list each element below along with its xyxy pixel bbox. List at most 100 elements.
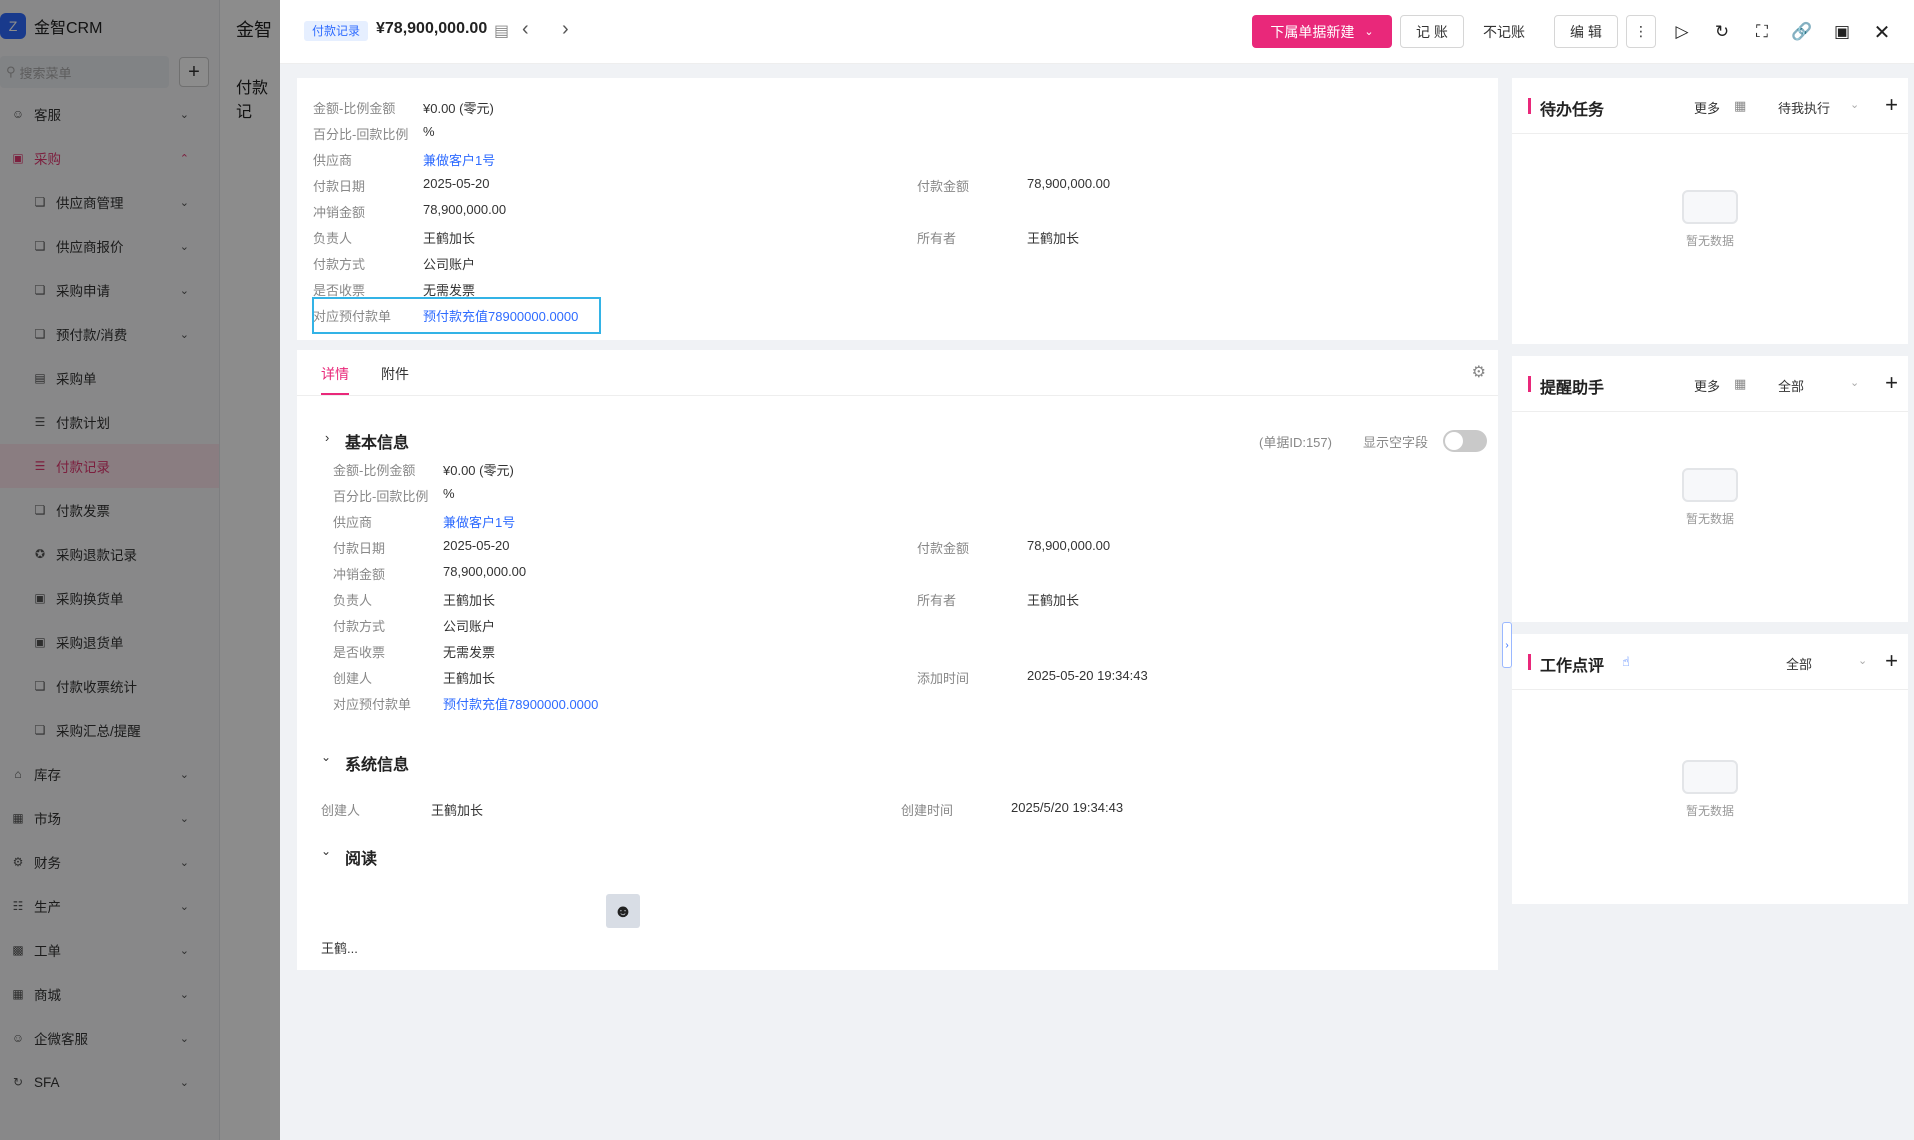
more-vertical-icon: ⋮ bbox=[1634, 23, 1648, 39]
detail-drawer: 付款记录 ¥78,900,000.00 ▤ ‹ › 下属单据新建 ⌄ 记 账 不… bbox=[280, 0, 1914, 1140]
read-title[interactable]: 阅读 bbox=[345, 845, 377, 869]
todo-task-title: 待办任务 bbox=[1540, 102, 1605, 119]
document-id: (单据ID:157) bbox=[1259, 435, 1332, 450]
field-label: 供应商 bbox=[313, 153, 353, 168]
field-value: 78,900,000.00 bbox=[1027, 176, 1111, 191]
field-value: 王鹤加长 bbox=[423, 231, 476, 246]
drawer-header: 付款记录 ¥78,900,000.00 ▤ ‹ › 下属单据新建 ⌄ 记 账 不… bbox=[280, 0, 1914, 64]
reader-name: 王鹤... bbox=[321, 941, 358, 956]
reminder-card: 提醒助手 更多 ▦ 全部 ⌄ + 暂无数据 bbox=[1512, 356, 1908, 622]
record-amount: ¥78,900,000.00 bbox=[376, 20, 488, 37]
reminder-header: 提醒助手 更多 ▦ 全部 ⌄ + bbox=[1512, 356, 1908, 412]
archive-icon[interactable]: ▤ bbox=[494, 21, 509, 41]
field-label: 付款方式 bbox=[313, 257, 366, 272]
thumbs-up-icon: ☝ bbox=[1622, 654, 1630, 669]
field-label: 付款方式 bbox=[333, 619, 386, 634]
collapse-side-panel-handle[interactable]: › bbox=[1502, 622, 1512, 668]
field-value: ¥0.00 (零元) bbox=[443, 463, 514, 478]
modal-overlay[interactable] bbox=[0, 0, 280, 1140]
todo-filter-select[interactable]: 待我执行 bbox=[1778, 98, 1830, 117]
tab-details[interactable]: 详情 bbox=[321, 364, 349, 384]
laptop-icon[interactable]: ▣ bbox=[1830, 20, 1854, 44]
reminder-more-link[interactable]: 更多 bbox=[1694, 376, 1720, 395]
refresh-icon[interactable]: ↻ bbox=[1710, 20, 1734, 44]
record-button[interactable]: 记 账 bbox=[1400, 15, 1464, 48]
field-value: 公司账户 bbox=[443, 619, 496, 634]
title-accent-bar bbox=[1528, 654, 1531, 670]
chevron-down-icon[interactable]: ⌄ bbox=[1858, 654, 1867, 667]
field-value: 王鹤加长 bbox=[1027, 231, 1080, 246]
next-record-icon[interactable]: › bbox=[562, 18, 569, 41]
field-label: 创建人 bbox=[321, 803, 361, 818]
chevron-down-icon[interactable]: ⌄ bbox=[1850, 98, 1859, 111]
empty-text: 暂无数据 bbox=[1685, 234, 1734, 248]
field-value: 王鹤加长 bbox=[443, 593, 496, 608]
calendar-icon[interactable]: ▦ bbox=[1734, 98, 1746, 114]
review-filter-select[interactable]: 全部 bbox=[1786, 654, 1812, 673]
app-root: Z 金智CRM ⚲ 搜索菜单 + ☺ 客服 ⌄ ▣ 采购 ⌃ ❏ 供应商管理 ⌄ ❏ 供应商报… bbox=[0, 0, 1914, 1140]
field-label: 冲销金额 bbox=[333, 567, 386, 582]
no-record-button[interactable]: 不记账 bbox=[1472, 15, 1536, 48]
field-label: 对应预付款单 bbox=[333, 697, 412, 712]
supplier-link[interactable]: 兼做客户1号 bbox=[423, 150, 495, 169]
reader-avatar[interactable]: ☻ bbox=[606, 894, 640, 928]
todo-task-card: 待办任务 更多 ▦ 待我执行 ⌄ + 暂无数据 bbox=[1512, 78, 1908, 344]
field-value: 无需发票 bbox=[443, 645, 496, 660]
chevron-down-icon[interactable]: ⌄ bbox=[1850, 376, 1859, 389]
link-icon[interactable]: 🔗 bbox=[1790, 20, 1814, 44]
field-label: 所有者 bbox=[917, 231, 957, 246]
chevron-down-icon[interactable]: ⌄ bbox=[321, 844, 331, 858]
create-sub-document-label: 下属单据新建 bbox=[1270, 23, 1355, 40]
field-value: 王鹤加长 bbox=[443, 671, 496, 686]
field-label: 百分比-回款比例 bbox=[313, 127, 409, 142]
chevron-down-icon: ⌄ bbox=[1364, 26, 1374, 38]
field-value: 78,900,000.00 bbox=[1027, 538, 1111, 553]
prepayment-link[interactable]: 预付款充值78900000.0000 bbox=[443, 694, 598, 713]
field-label: 添加时间 bbox=[917, 671, 970, 686]
empty-text: 暂无数据 bbox=[1685, 804, 1734, 818]
play-icon[interactable]: ▷ bbox=[1670, 20, 1694, 44]
add-reminder-icon[interactable]: + bbox=[1885, 370, 1898, 396]
work-review-card: 工作点评 ☝ 全部 ⌄ + 暂无数据 bbox=[1512, 634, 1908, 904]
basic-info-title[interactable]: 基本信息 bbox=[345, 429, 409, 453]
field-label: 供应商 bbox=[333, 515, 373, 530]
prev-record-icon[interactable]: ‹ bbox=[522, 18, 529, 41]
field-value: 2025-05-20 19:34:43 bbox=[1027, 668, 1148, 683]
field-label: 创建人 bbox=[333, 671, 373, 686]
work-review-title: 工作点评 bbox=[1540, 658, 1605, 675]
reminder-title: 提醒助手 bbox=[1540, 380, 1605, 397]
title-accent-bar bbox=[1528, 98, 1531, 114]
settings-gear-icon[interactable]: ⚙ bbox=[1472, 362, 1486, 382]
fullscreen-icon[interactable]: ⛶ bbox=[1750, 20, 1774, 44]
chevron-down-icon[interactable]: ⌄ bbox=[321, 750, 331, 764]
field-label: 金额-比例金额 bbox=[313, 101, 396, 116]
supplier-link[interactable]: 兼做客户1号 bbox=[443, 512, 515, 531]
calendar-icon[interactable]: ▦ bbox=[1734, 376, 1746, 392]
add-task-icon[interactable]: + bbox=[1885, 92, 1898, 118]
detail-tabs: 详情 附件 ⚙ bbox=[297, 350, 1498, 396]
reminder-filter-select[interactable]: 全部 bbox=[1778, 376, 1804, 395]
chevron-right-icon[interactable]: › bbox=[325, 430, 329, 445]
create-sub-document-button[interactable]: 下属单据新建 ⌄ bbox=[1252, 15, 1392, 48]
field-label: 冲销金额 bbox=[313, 205, 366, 220]
edit-button[interactable]: 编 辑 bbox=[1554, 15, 1618, 48]
more-actions-button[interactable]: ⋮ bbox=[1626, 15, 1656, 48]
field-label: 负责人 bbox=[313, 231, 353, 246]
field-value: 2025-05-20 bbox=[443, 538, 510, 553]
close-icon[interactable]: ✕ bbox=[1870, 20, 1894, 44]
field-value: % bbox=[443, 486, 455, 501]
show-empty-toggle[interactable] bbox=[1443, 430, 1487, 452]
add-review-icon[interactable]: + bbox=[1885, 648, 1898, 674]
edit-button-label: 编 辑 bbox=[1570, 23, 1602, 40]
field-value: 2025-05-20 bbox=[423, 176, 490, 191]
record-type-tag: 付款记录 bbox=[304, 21, 369, 41]
system-info-title[interactable]: 系统信息 bbox=[345, 751, 409, 775]
no-record-button-label: 不记账 bbox=[1483, 23, 1525, 40]
todo-more-link[interactable]: 更多 bbox=[1694, 98, 1720, 117]
tab-attachments[interactable]: 附件 bbox=[381, 364, 409, 384]
field-label: 所有者 bbox=[917, 593, 957, 608]
field-value: 公司账户 bbox=[423, 257, 476, 272]
field-value: ¥0.00 (零元) bbox=[423, 101, 494, 116]
empty-box-icon bbox=[1682, 468, 1738, 502]
field-label: 创建时间 bbox=[901, 803, 954, 818]
